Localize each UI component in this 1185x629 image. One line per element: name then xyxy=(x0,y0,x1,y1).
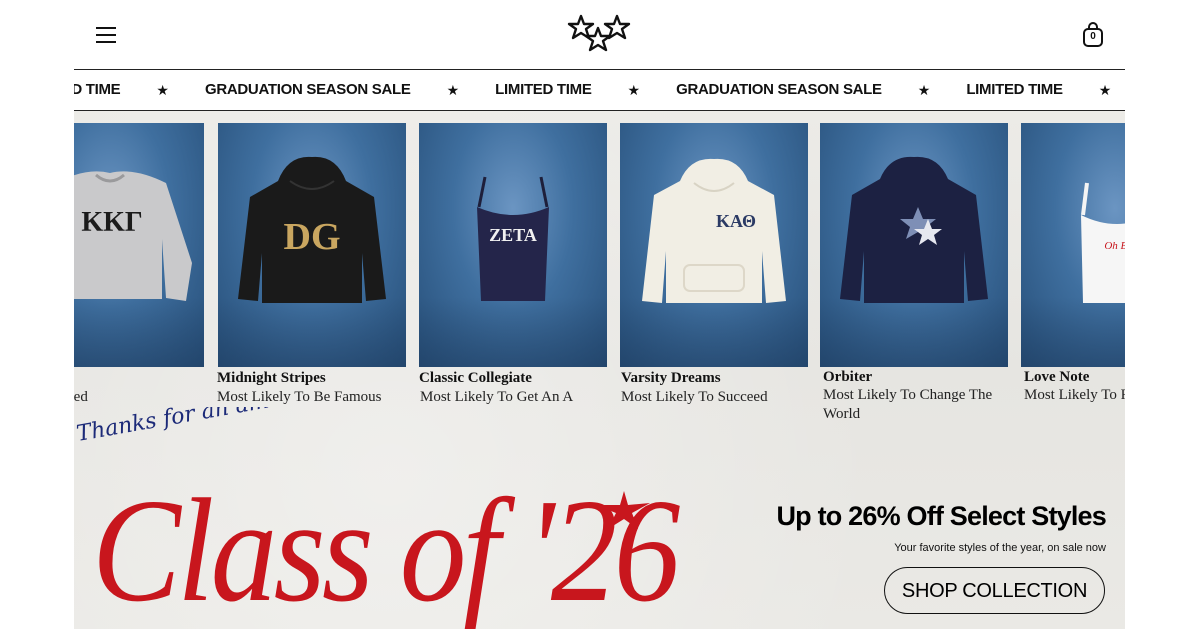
product-description: Most Likely To F xyxy=(1024,387,1125,403)
product-image[interactable]: Oh Boy xyxy=(1021,123,1125,367)
product-description: Most Likely To Get An A xyxy=(420,389,574,405)
shopping-bag-icon[interactable]: 0 xyxy=(1081,21,1105,49)
headline: Class of '26 xyxy=(92,469,680,629)
marquee-item: GRADUATION SEASON SALE xyxy=(676,81,882,98)
site-header: 0 xyxy=(0,0,1185,70)
garment-print: ZETA xyxy=(489,225,537,245)
star-icon: ★ xyxy=(917,82,931,98)
product-description: Most Likely To Be Famous xyxy=(217,389,382,405)
star-icon: ★ xyxy=(1098,82,1112,98)
product-description: ssed xyxy=(74,389,88,405)
product-name[interactable]: Orbiter xyxy=(823,369,872,386)
marquee-item: LIMITED TIME xyxy=(495,81,592,98)
product-image[interactable] xyxy=(820,123,1008,367)
cart-count: 0 xyxy=(1090,31,1096,42)
product-description: Most Likely To Change The World xyxy=(823,387,993,422)
marquee-item: LIMITED TIME xyxy=(74,81,121,98)
thanks-script: Thanks for an amazing year xyxy=(76,407,336,447)
announcement-marquee: LIMITED TIME ★ GRADUATION SEASON SALE ★ LIMI… xyxy=(74,70,1125,110)
stars-logo-icon[interactable] xyxy=(567,12,631,56)
garment-print: DG xyxy=(284,216,341,258)
product-name[interactable]: Classic Collegiate xyxy=(419,370,532,387)
product-image[interactable]: DG xyxy=(218,123,406,367)
product-name[interactable]: Varsity Dreams xyxy=(621,370,721,387)
product-name[interactable]: Love Note xyxy=(1024,369,1089,386)
offer-title: Up to 26% Off Select Styles xyxy=(776,501,1106,531)
star-icon: ★ xyxy=(627,82,641,98)
hero-banner[interactable]: ΚΚΓ DG ZETA ΚΑΘ Oh Boy ed Midnight Strip… xyxy=(74,111,1125,629)
hamburger-icon[interactable] xyxy=(96,27,118,45)
marquee-item: LIMITED TIME xyxy=(966,81,1063,98)
marquee-track: LIMITED TIME ★ GRADUATION SEASON SALE ★ LIMI… xyxy=(74,70,1125,110)
product-description: Most Likely To Succeed xyxy=(621,389,768,405)
star-icon xyxy=(596,491,650,529)
marquee-item: GRADUATION SEASON SALE xyxy=(204,81,411,98)
script-text: Thanks for an amazing year xyxy=(76,407,336,447)
garment-print: ΚΑΘ xyxy=(716,211,756,231)
offer-subtitle: Your favorite styles of the year, on sal… xyxy=(894,542,1106,554)
star-icon: ★ xyxy=(156,82,169,98)
garment-print: ΚΚΓ xyxy=(81,207,142,238)
product-image[interactable]: ΚΑΘ xyxy=(620,123,808,367)
garment-print: Oh Boy xyxy=(1104,240,1125,252)
product-name[interactable]: Midnight Stripes xyxy=(217,370,326,387)
product-image[interactable]: ΚΚΓ xyxy=(74,123,204,367)
star-icon: ★ xyxy=(446,82,460,98)
product-image[interactable]: ZETA xyxy=(419,123,607,367)
shop-collection-button[interactable]: SHOP COLLECTION xyxy=(884,567,1105,614)
